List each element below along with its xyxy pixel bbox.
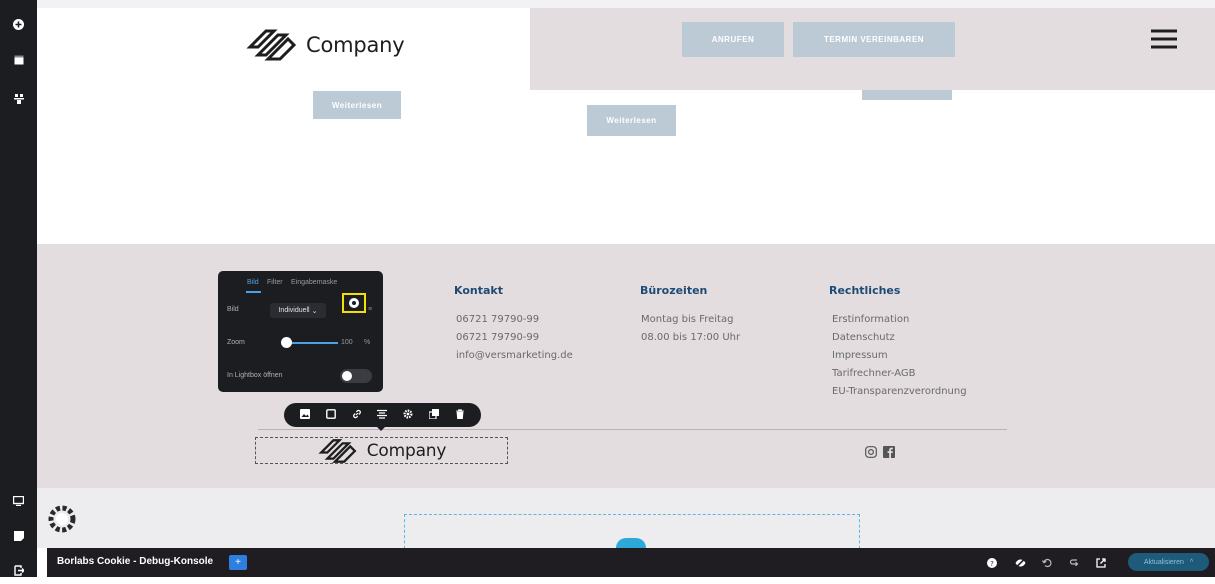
toolbar-pointer (376, 426, 386, 431)
template-icon[interactable] (0, 522, 37, 550)
external-link-icon[interactable] (1093, 555, 1109, 571)
lightbox-toggle[interactable] (340, 369, 372, 383)
tab-filter[interactable]: Filter (267, 279, 283, 286)
footer-logo-selected[interactable]: Company (255, 437, 508, 464)
trash-icon[interactable] (452, 408, 468, 422)
company-logo-icon (246, 29, 297, 61)
debug-console-title: Borlabs Cookie - Debug-Konsole (57, 556, 214, 567)
company-logo-icon (318, 438, 357, 463)
appointment-button[interactable]: TERMIN VEREINBAREN (793, 22, 955, 57)
legal-heading: Rechtliches (829, 284, 901, 297)
desktop-preview-icon[interactable] (0, 487, 37, 515)
page-top-strip (37, 0, 1215, 8)
tab-bild[interactable]: Bild (247, 279, 259, 286)
align-icon[interactable] (374, 409, 390, 422)
link-icon[interactable] (349, 409, 365, 422)
duplicate-icon[interactable] (426, 408, 442, 422)
kontakt-list: 06721 79790-99 06721 79790-99 info@versm… (456, 311, 573, 365)
chevron-down-icon: ⌄ (311, 307, 318, 315)
list-icon[interactable]: ≡ (368, 306, 372, 313)
zoom-value: 100 (341, 339, 353, 346)
image-label: Bild (227, 306, 239, 313)
update-label: Aktualisieren (1143, 558, 1184, 566)
partial-button[interactable] (862, 90, 952, 100)
hours-line: Montag bis Freitag (641, 314, 734, 325)
help-icon[interactable]: ? (984, 555, 1000, 571)
add-section-button[interactable] (616, 538, 646, 548)
read-more-button-2[interactable]: Weiterlesen (587, 105, 676, 136)
svg-text:?: ? (990, 560, 994, 568)
redo-icon[interactable] (1066, 555, 1082, 571)
read-more-button-1[interactable]: Weiterlesen (313, 91, 401, 119)
hamburger-icon[interactable] (1151, 29, 1177, 54)
tab-input-mask[interactable]: Eingabemaske (291, 279, 337, 286)
legal-link[interactable]: EU-Transparenzverordnung (832, 383, 967, 401)
builder-sidebar (0, 0, 37, 577)
zoom-slider-handle[interactable] (281, 337, 292, 348)
legal-link[interactable]: Tarifrechner-AGB (832, 365, 967, 383)
logo-text: Company (306, 33, 405, 57)
gear-icon[interactable] (400, 408, 416, 422)
active-tab-underline (246, 291, 261, 293)
toggle-knob (342, 371, 352, 381)
footer-logo: Company (317, 438, 446, 464)
image-settings-popup: Bild Filter Eingabemaske Bild Individuel… (218, 271, 383, 392)
legal-link[interactable]: Impressum (832, 347, 967, 365)
legal-link[interactable]: Erstinformation (832, 311, 967, 329)
kontakt-line[interactable]: 06721 79790-99 (456, 329, 573, 347)
hours-heading: Bürozeiten (640, 284, 708, 297)
page-icon[interactable] (0, 46, 37, 74)
upload-image-icon[interactable] (347, 297, 361, 309)
debug-console-bar: Borlabs Cookie - Debug-Konsole + ? Aktua… (47, 548, 1215, 577)
kontakt-line[interactable]: info@versmarketing.de (456, 347, 573, 365)
facebook-icon[interactable] (883, 445, 895, 463)
hours-list: Montag bis Freitag 08.00 bis 17:00 Uhr (641, 311, 740, 347)
zoom-label: Zoom (227, 339, 245, 346)
hours-line: 08.00 bis 17:00 Uhr (641, 332, 741, 343)
zoom-slider-track[interactable] (284, 342, 338, 344)
chevron-up-icon: ^ (1189, 558, 1194, 566)
exit-icon[interactable] (0, 556, 37, 584)
image-mode-select[interactable]: Individuell ⌄ (270, 303, 326, 318)
visibility-off-icon[interactable] (1012, 555, 1028, 571)
lightbox-label: In Lightbox öffnen (227, 372, 283, 379)
footer-logo-text: Company (366, 440, 447, 461)
update-button[interactable]: Aktualisieren ^ (1128, 553, 1209, 571)
element-toolbar (284, 403, 481, 427)
image-icon[interactable] (297, 408, 313, 422)
footer-divider (258, 429, 1007, 430)
zoom-unit: % (364, 339, 371, 346)
instagram-icon[interactable] (865, 445, 877, 463)
square-icon[interactable] (323, 408, 339, 422)
legal-link[interactable]: Datenschutz (832, 329, 967, 347)
legal-list: Erstinformation Datenschutz Impressum Ta… (832, 311, 967, 401)
image-mode-value: Individuell (278, 307, 310, 314)
header-logo[interactable]: Company (246, 28, 405, 62)
debug-expand-button[interactable]: + (229, 555, 247, 570)
call-button[interactable]: ANRUFEN (682, 22, 784, 57)
undo-icon[interactable] (1039, 555, 1055, 571)
add-element-icon[interactable] (0, 10, 37, 38)
layout-icon[interactable] (0, 84, 37, 112)
footer-section (37, 244, 1215, 488)
kontakt-heading: Kontakt (454, 284, 503, 297)
loading-spinner-icon (48, 505, 76, 538)
kontakt-line[interactable]: 06721 79790-99 (456, 311, 573, 329)
